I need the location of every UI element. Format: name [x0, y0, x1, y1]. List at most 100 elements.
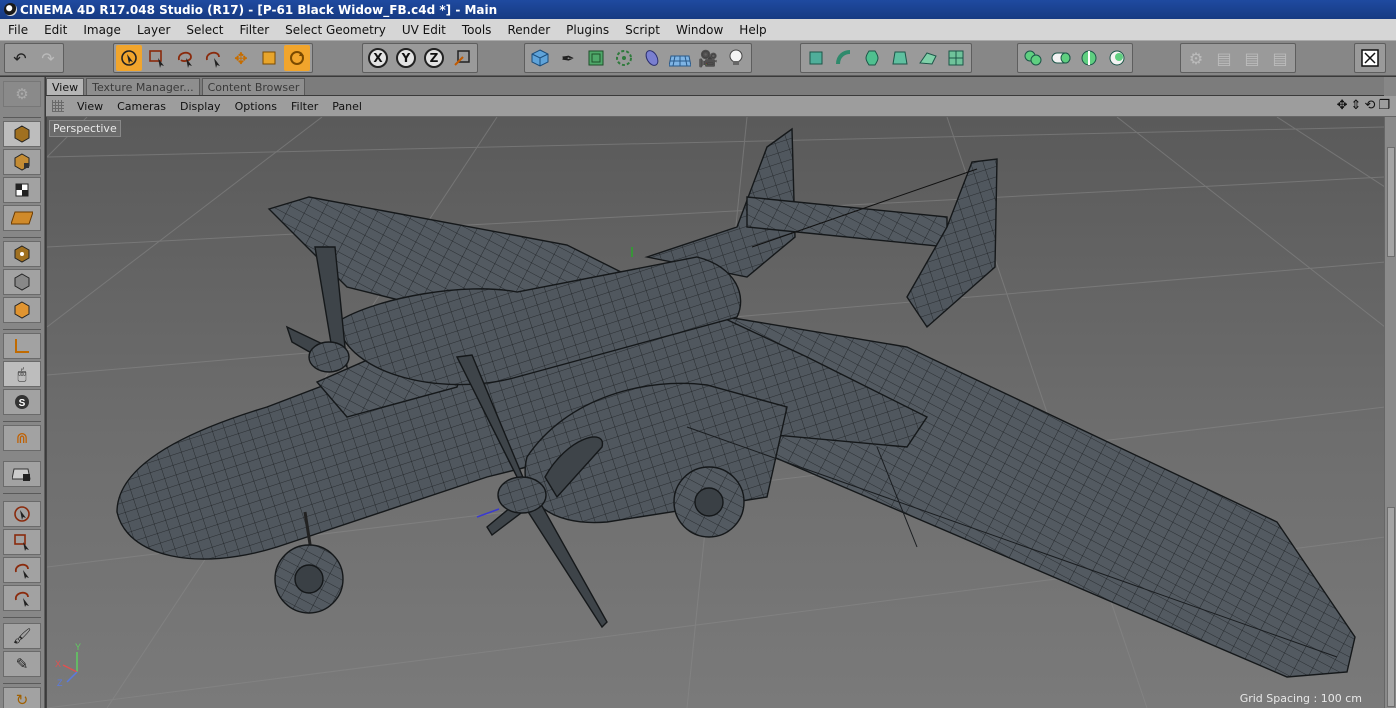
coordinate-system-icon [454, 50, 470, 66]
undo-button[interactable]: ↶ [7, 45, 33, 71]
points-mode-button[interactable] [3, 241, 41, 267]
camera-label[interactable]: Perspective [49, 120, 121, 137]
y-axis-button[interactable]: Y [393, 45, 419, 71]
panel-grip-icon[interactable] [52, 100, 64, 112]
refresh-button[interactable]: ↻ [3, 687, 41, 708]
rectangle-selection-button[interactable] [144, 45, 170, 71]
disabled-tool-3-button[interactable]: ▤ [1239, 45, 1265, 71]
cube-object-button[interactable] [527, 45, 553, 71]
taper-button[interactable] [887, 45, 913, 71]
lasso-selection-side-button[interactable] [3, 557, 41, 583]
instance-button[interactable] [1104, 45, 1130, 71]
light-button[interactable] [723, 45, 749, 71]
menu-layer[interactable]: Layer [129, 23, 178, 37]
model-mode-button[interactable] [3, 121, 41, 147]
tweak-mode-button[interactable]: 🖱 [3, 361, 41, 387]
bulge-button[interactable] [859, 45, 885, 71]
deformer-button[interactable] [639, 45, 665, 71]
disabled-tool-2-button[interactable]: ▤ [1211, 45, 1237, 71]
layers-icon: ▤ [1272, 48, 1288, 68]
x-axis-button[interactable]: X [365, 45, 391, 71]
menu-render[interactable]: Render [499, 23, 558, 37]
scrollbar-thumb-bottom[interactable] [1387, 507, 1395, 707]
live-selection-side-button[interactable] [3, 501, 41, 527]
menu-image[interactable]: Image [75, 23, 129, 37]
scrollbar-thumb-top[interactable] [1387, 147, 1395, 257]
pen-icon: ✒ [561, 48, 575, 68]
gear-icon: ⚙ [1188, 48, 1204, 68]
polygon-pen-button[interactable] [803, 45, 829, 71]
snap-button[interactable]: ⋒ [3, 425, 41, 451]
mouse-icon: 🖱 [17, 365, 27, 383]
menu-filter[interactable]: Filter [231, 23, 277, 37]
edges-mode-button[interactable] [3, 269, 41, 295]
bend-button[interactable] [831, 45, 857, 71]
tab-view[interactable]: View [46, 78, 85, 95]
pan-view-icon[interactable]: ✥ [1337, 98, 1348, 113]
cloner-icon [616, 50, 632, 66]
solo-button[interactable]: S [3, 389, 41, 415]
tab-content-browser[interactable]: Content Browser [201, 78, 306, 95]
polygon-selection-side-button[interactable] [3, 585, 41, 611]
redo-button[interactable]: ↷ [35, 45, 61, 71]
eyedropper-button[interactable]: ✎ [3, 651, 41, 677]
layout-switch-button[interactable] [1357, 45, 1383, 71]
pen-spline-button[interactable]: ✒ [555, 45, 581, 71]
menu-script[interactable]: Script [617, 23, 668, 37]
rectangle-selection-side-button[interactable] [3, 529, 41, 555]
boole-button[interactable] [1020, 45, 1046, 71]
rotate-tool-button[interactable] [284, 45, 310, 71]
scale-tool-button[interactable] [256, 45, 282, 71]
orbit-view-icon[interactable]: ⟲ [1364, 98, 1375, 113]
menu-edit[interactable]: Edit [36, 23, 75, 37]
symmetry-button[interactable] [1076, 45, 1102, 71]
menu-plugins[interactable]: Plugins [558, 23, 617, 37]
viewport-menu-display[interactable]: Display [173, 100, 228, 113]
perspective-viewport[interactable]: Y X Z Perspective Grid Spacing : 100 cm [46, 117, 1384, 708]
polygons-mode-button[interactable] [3, 297, 41, 323]
uv-mode-button[interactable] [3, 205, 41, 231]
z-axis-button[interactable]: Z [421, 45, 447, 71]
viewport-menu-cameras[interactable]: Cameras [110, 100, 173, 113]
grid-spacing-readout: Grid Spacing : 100 cm [1239, 692, 1362, 705]
live-selection-button[interactable] [116, 45, 142, 71]
viewport-menu-options[interactable]: Options [228, 100, 284, 113]
subdivision-button[interactable] [583, 45, 609, 71]
refresh-icon: ↻ [15, 691, 29, 708]
menu-file[interactable]: File [0, 23, 36, 37]
dolly-view-icon[interactable]: ⇕ [1351, 98, 1362, 113]
polygon-selection-button[interactable] [200, 45, 226, 71]
wrap-button[interactable] [943, 45, 969, 71]
viewport-menu-filter[interactable]: Filter [284, 100, 325, 113]
disabled-tool-4-button[interactable]: ▤ [1267, 45, 1293, 71]
polygon-selection-icon [206, 51, 220, 68]
viewport-scrollbar[interactable] [1384, 117, 1396, 708]
menu-select-geometry[interactable]: Select Geometry [277, 23, 394, 37]
texture-mode-button[interactable] [3, 149, 41, 175]
solo-icon: S [15, 395, 29, 409]
floor-button[interactable] [667, 45, 693, 71]
menu-tools[interactable]: Tools [454, 23, 500, 37]
viewport-menu-panel[interactable]: Panel [325, 100, 369, 113]
connect-button[interactable] [1048, 45, 1074, 71]
axis-mode-button[interactable] [3, 333, 41, 359]
cloner-button[interactable] [611, 45, 637, 71]
coordinate-system-button[interactable] [449, 45, 475, 71]
menu-uv-edit[interactable]: UV Edit [394, 23, 454, 37]
menu-help[interactable]: Help [731, 23, 774, 37]
move-tool-button[interactable]: ✥ [228, 45, 254, 71]
tab-texture-manager[interactable]: Texture Manager... [86, 78, 200, 95]
viewport-menu-view[interactable]: View [70, 100, 110, 113]
cinema4d-logo-icon [4, 3, 17, 16]
camera-button[interactable]: 🎥 [695, 45, 721, 71]
maximize-view-icon[interactable]: ❐ [1378, 98, 1390, 113]
lasso-selection-button[interactable] [172, 45, 198, 71]
menu-select[interactable]: Select [178, 23, 231, 37]
disabled-tool-1-button[interactable]: ⚙ [1183, 45, 1209, 71]
ffd-button[interactable] [915, 45, 941, 71]
locked-workplane-button[interactable] [3, 461, 41, 487]
menu-window[interactable]: Window [668, 23, 731, 37]
brush-button[interactable]: 🖌 [3, 623, 41, 649]
workplane-mode-button[interactable] [3, 177, 41, 203]
dim-mode-button[interactable]: ⚙ [3, 81, 41, 107]
